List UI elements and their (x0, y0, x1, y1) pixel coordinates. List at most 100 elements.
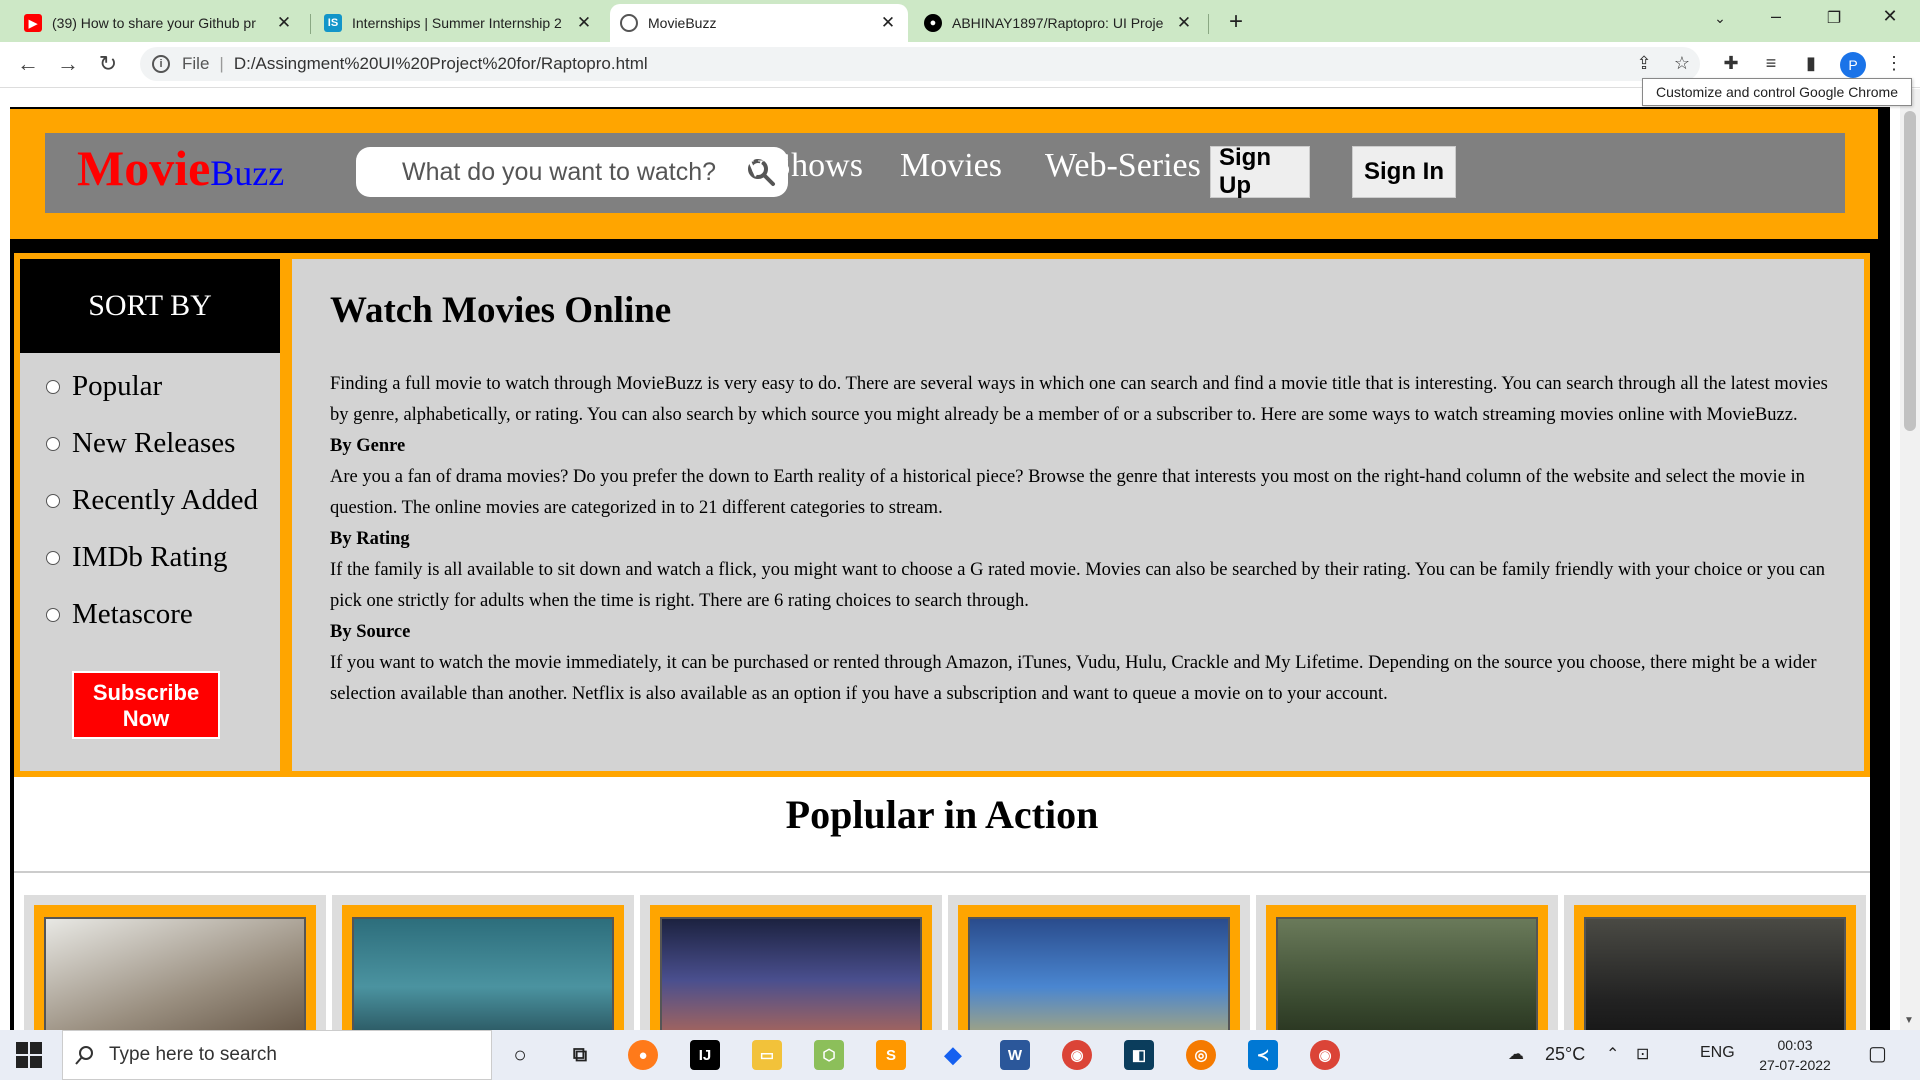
back-icon[interactable]: ← (14, 51, 42, 77)
source-text: If you want to watch the movie immediate… (330, 653, 1817, 704)
system-clock[interactable]: 00:03 27-07-2022 (1755, 1035, 1835, 1075)
profile-avatar[interactable]: P (1840, 52, 1866, 78)
movie-poster[interactable] (44, 917, 306, 1030)
tab-search-icon[interactable]: ⌄ (1700, 10, 1740, 27)
chrome-profile-icon[interactable]: ◉ (1310, 1040, 1340, 1070)
tab-title: MovieBuzz (648, 15, 717, 31)
nav-web-series[interactable]: Web-Series (1045, 147, 1201, 185)
clock-time: 00:03 (1777, 1037, 1813, 1053)
bookmark-star-icon[interactable]: ☆ (1668, 53, 1696, 74)
radio-button[interactable] (46, 436, 60, 451)
movie-card[interactable] (24, 895, 326, 1030)
temperature[interactable]: 25°C (1545, 1044, 1585, 1065)
restore-icon[interactable]: ❐ (1814, 8, 1854, 28)
file-explorer-icon[interactable]: ▭ (752, 1040, 782, 1070)
movie-card[interactable] (1564, 895, 1866, 1030)
nav-movies[interactable]: Movies (900, 147, 1002, 185)
intellij-icon[interactable]: IJ (690, 1040, 720, 1070)
language[interactable]: ENG (1700, 1044, 1735, 1062)
sign-in-button[interactable]: Sign In (1352, 146, 1456, 198)
movie-card[interactable] (332, 895, 634, 1030)
sort-heading: SORT BY (20, 259, 280, 353)
sort-option-new-releases[interactable]: New Releases (46, 427, 235, 460)
weather-icon[interactable]: ☁ (1508, 1044, 1524, 1064)
section-divider (14, 871, 1870, 873)
chrome-icon[interactable]: ◉ (1062, 1040, 1092, 1070)
app-icon[interactable]: ◧ (1124, 1040, 1154, 1070)
task-view-icon[interactable]: ⧉ (565, 1040, 595, 1070)
reading-list-icon[interactable]: ≡ (1757, 53, 1785, 74)
sort-option-metascore[interactable]: Metascore (46, 598, 193, 631)
genre-text: Are you a fan of drama movies? Do you pr… (330, 467, 1805, 518)
youtube-icon: ▶ (24, 14, 42, 32)
share-icon[interactable]: ⇪ (1630, 53, 1658, 74)
sort-option-recently-added[interactable]: Recently Added (46, 484, 258, 517)
page-scrollbar[interactable]: ▲ ▼ (1900, 89, 1920, 1030)
tab-title: (39) How to share your Github pr (52, 15, 256, 31)
tab-github[interactable]: ● ABHINAY1897/Raptopro: UI Proje ✕ (914, 4, 1204, 42)
reload-icon[interactable]: ↻ (94, 51, 122, 77)
nav-tv-shows[interactable]: Tv Shows (726, 147, 863, 185)
close-icon[interactable]: ✕ (878, 13, 898, 33)
sort-option-imdb-rating[interactable]: IMDb Rating (46, 541, 227, 574)
firefox-icon[interactable]: ● (628, 1040, 658, 1070)
word-icon[interactable]: W (1000, 1040, 1030, 1070)
address-bar[interactable]: i File | D:/Assingment%20UI%20Project%20… (140, 47, 1700, 81)
radio-button[interactable] (46, 379, 60, 394)
logo-movie: Movie (77, 140, 211, 196)
movie-poster[interactable] (1276, 917, 1538, 1030)
tab-internshala[interactable]: IS Internships | Summer Internship 2 ✕ (314, 4, 604, 42)
extensions-icon[interactable]: ✚ (1717, 53, 1745, 74)
site-logo[interactable]: MovieBuzz (77, 139, 284, 197)
taskbar-search[interactable]: Type here to search (62, 1030, 492, 1080)
movie-poster[interactable] (660, 917, 922, 1030)
search-input[interactable] (402, 157, 732, 187)
blender-icon[interactable]: ◎ (1186, 1040, 1216, 1070)
windows-start-icon[interactable] (16, 1042, 42, 1068)
close-icon[interactable]: ✕ (1174, 13, 1194, 33)
movie-card[interactable] (948, 895, 1250, 1030)
side-panel-icon[interactable]: ▮ (1797, 53, 1825, 74)
dropbox-icon[interactable]: ◆ (938, 1040, 968, 1070)
sort-option-label: Recently Added (72, 484, 259, 516)
scroll-down-icon[interactable]: ▼ (1904, 1015, 1914, 1026)
movie-poster[interactable] (1584, 917, 1846, 1030)
sort-option-popular[interactable]: Popular (46, 370, 162, 403)
rating-text: If the family is all available to sit do… (330, 560, 1825, 611)
network-icon[interactable]: ⊡ (1636, 1044, 1649, 1064)
radio-button[interactable] (46, 607, 60, 622)
cortana-icon[interactable]: ○ (505, 1040, 535, 1070)
movie-poster[interactable] (968, 917, 1230, 1030)
url-text[interactable]: D:/Assingment%20UI%20Project%20for/Rapto… (234, 54, 648, 74)
subscribe-now-button[interactable]: Subscribe Now (72, 671, 220, 739)
tab-youtube[interactable]: ▶ (39) How to share your Github pr ✕ (14, 4, 304, 42)
sign-up-button[interactable]: Sign Up (1210, 144, 1310, 199)
close-icon[interactable]: ✕ (274, 13, 294, 33)
cube-app-icon[interactable]: ⬡ (814, 1040, 844, 1070)
movie-card[interactable] (640, 895, 942, 1030)
forward-icon[interactable]: → (54, 51, 82, 77)
genre-heading: By Genre (330, 436, 406, 456)
notifications-icon[interactable]: ▢ (1868, 1041, 1887, 1066)
radio-button[interactable] (46, 493, 60, 508)
menu-tooltip: Customize and control Google Chrome (1642, 78, 1912, 106)
window-close-icon[interactable]: ✕ (1870, 6, 1910, 27)
movie-card[interactable] (1256, 895, 1558, 1030)
movie-poster[interactable] (352, 917, 614, 1030)
close-icon[interactable]: ✕ (574, 13, 594, 33)
scrollbar-thumb[interactable] (1904, 111, 1916, 431)
logo-buzz: Buzz (210, 153, 285, 193)
rating-heading: By Rating (330, 529, 410, 549)
info-icon[interactable]: i (152, 55, 170, 73)
globe-icon (620, 14, 638, 32)
windows-taskbar: Type here to search ○ ⧉ ● IJ ▭ ⬡ S ◆ W ◉… (0, 1030, 1920, 1080)
tab-moviebuzz[interactable]: MovieBuzz ✕ (610, 4, 908, 42)
sublime-text-icon[interactable]: S (876, 1040, 906, 1070)
main-band: SORT BY Popular New Releases Recently Ad… (14, 253, 1870, 777)
radio-button[interactable] (46, 550, 60, 565)
vscode-icon[interactable]: ≺ (1248, 1040, 1278, 1070)
new-tab-button[interactable]: + (1222, 8, 1250, 36)
menu-kebab-icon[interactable]: ⋮ (1880, 53, 1908, 74)
minimize-icon[interactable]: – (1756, 6, 1796, 27)
chevron-up-icon[interactable]: ⌃ (1606, 1044, 1619, 1064)
